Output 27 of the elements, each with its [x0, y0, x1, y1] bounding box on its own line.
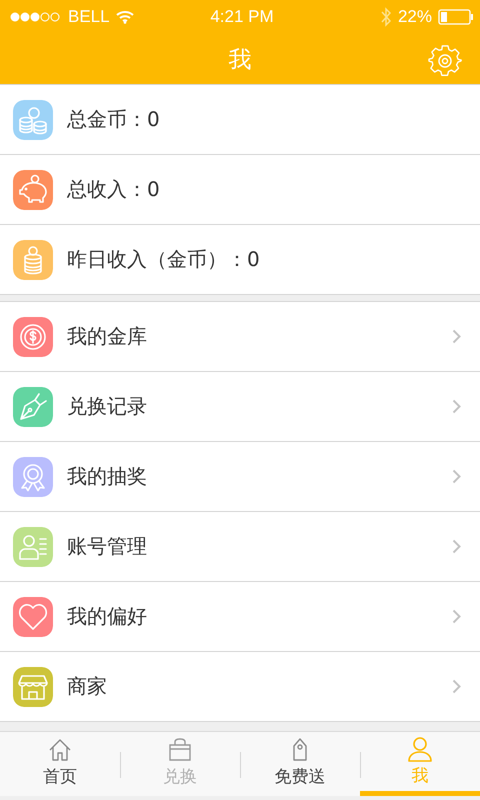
menu-item[interactable]: 我的偏好 [0, 582, 480, 652]
menu-item[interactable]: 我的金库 [0, 302, 480, 372]
stat-label: 昨日收入（金币）：0 [67, 246, 261, 273]
chevron-icon [452, 329, 461, 344]
clock-time: 4:21 PM [210, 7, 274, 27]
signal-icon [10, 11, 62, 23]
battery-percent: 22% [398, 7, 432, 27]
tab[interactable]: 首页 [0, 732, 120, 796]
carrier-name: BELL [68, 7, 110, 27]
chevron-icon [452, 399, 461, 414]
chevron-icon [452, 679, 461, 694]
person-icon [406, 736, 434, 762]
menu-item[interactable]: 账号管理 [0, 512, 480, 582]
chevron-icon [452, 469, 461, 484]
tab[interactable]: 免费送 [240, 732, 360, 796]
chevron-icon [452, 539, 461, 554]
menu-item[interactable]: 兑换记录 [0, 372, 480, 442]
battery-icon [438, 9, 474, 25]
menu-item[interactable]: 商家 [0, 652, 480, 722]
settings-icon[interactable] [428, 44, 462, 78]
wifi-icon [116, 10, 134, 24]
menu-item[interactable]: 我的抽奖 [0, 442, 480, 512]
bluetooth-icon [380, 7, 392, 27]
stat-label: 总金币：0 [67, 106, 161, 133]
stat-label: 总收入：0 [67, 176, 161, 203]
page-title: 我 [228, 46, 252, 74]
chevron-icon [452, 609, 461, 624]
